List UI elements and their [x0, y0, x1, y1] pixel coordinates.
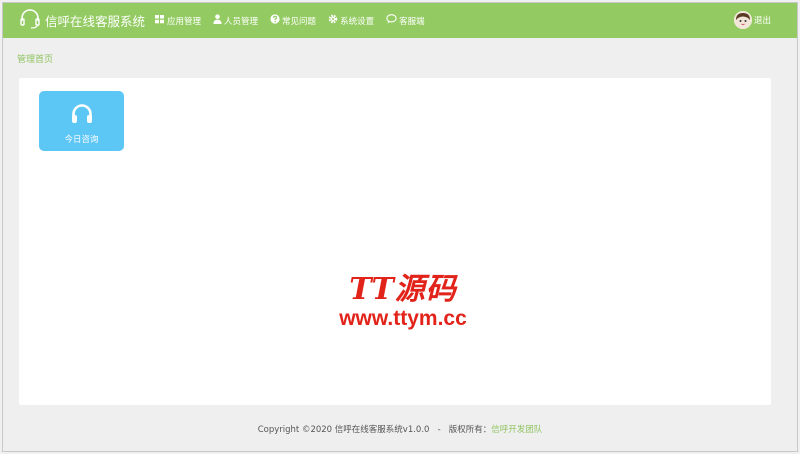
tile-label: 今日咨询	[64, 135, 99, 145]
nav-client[interactable]: 客服端	[386, 3, 425, 38]
nav-label: 系统设置	[340, 16, 375, 27]
headset-logo-icon	[19, 8, 41, 33]
footer-copyright: Copyright ©2020 信呼在线客服系统v1.0.0	[257, 425, 430, 435]
footer: Copyright ©2020 信呼在线客服系统v1.0.0 - 版权所有：信呼…	[3, 423, 797, 435]
dashboard-panel: 今日咨询	[19, 78, 771, 405]
chat-icon	[386, 14, 399, 27]
watermark: TT源码 www.ttym.cc	[303, 273, 503, 331]
watermark-title: TT源码	[349, 272, 457, 307]
breadcrumb[interactable]: 管理首页	[17, 52, 53, 65]
grid-icon	[155, 14, 167, 27]
user-icon	[213, 14, 224, 27]
footer-separator: -	[437, 425, 441, 435]
nav-label: 客服端	[399, 16, 425, 27]
watermark-url: www.ttym.cc	[339, 307, 467, 330]
question-icon	[270, 14, 282, 27]
logout-label: 退出	[753, 16, 771, 26]
nav-label: 人员管理	[224, 16, 259, 27]
footer-rights-label: 版权所有：	[448, 425, 492, 435]
nav-label: 常见问题	[282, 16, 317, 27]
logout-button[interactable]: 退出	[733, 11, 771, 29]
top-navbar: 信呼在线客服系统 应用管理 人员管理 常见问题 系统设置 客服端 退出	[3, 3, 797, 38]
gear-icon	[328, 14, 340, 27]
footer-team-link[interactable]: 信呼开发团队	[491, 425, 542, 435]
main-nav: 应用管理 人员管理 常见问题 系统设置 客服端	[155, 3, 437, 38]
today-consultation-tile[interactable]: 今日咨询	[39, 91, 124, 151]
nav-faq[interactable]: 常见问题	[270, 3, 316, 38]
brand[interactable]: 信呼在线客服系统	[19, 8, 146, 33]
brand-title: 信呼在线客服系统	[45, 14, 146, 29]
nav-label: 应用管理	[167, 16, 202, 27]
app-frame: 信呼在线客服系统 应用管理 人员管理 常见问题 系统设置 客服端 退出 管理首页…	[2, 2, 798, 452]
nav-staff-management[interactable]: 人员管理	[213, 3, 258, 38]
nav-app-management[interactable]: 应用管理	[155, 3, 201, 38]
nav-system-settings[interactable]: 系统设置	[328, 3, 374, 38]
headset-icon	[70, 91, 94, 129]
avatar	[733, 11, 752, 29]
